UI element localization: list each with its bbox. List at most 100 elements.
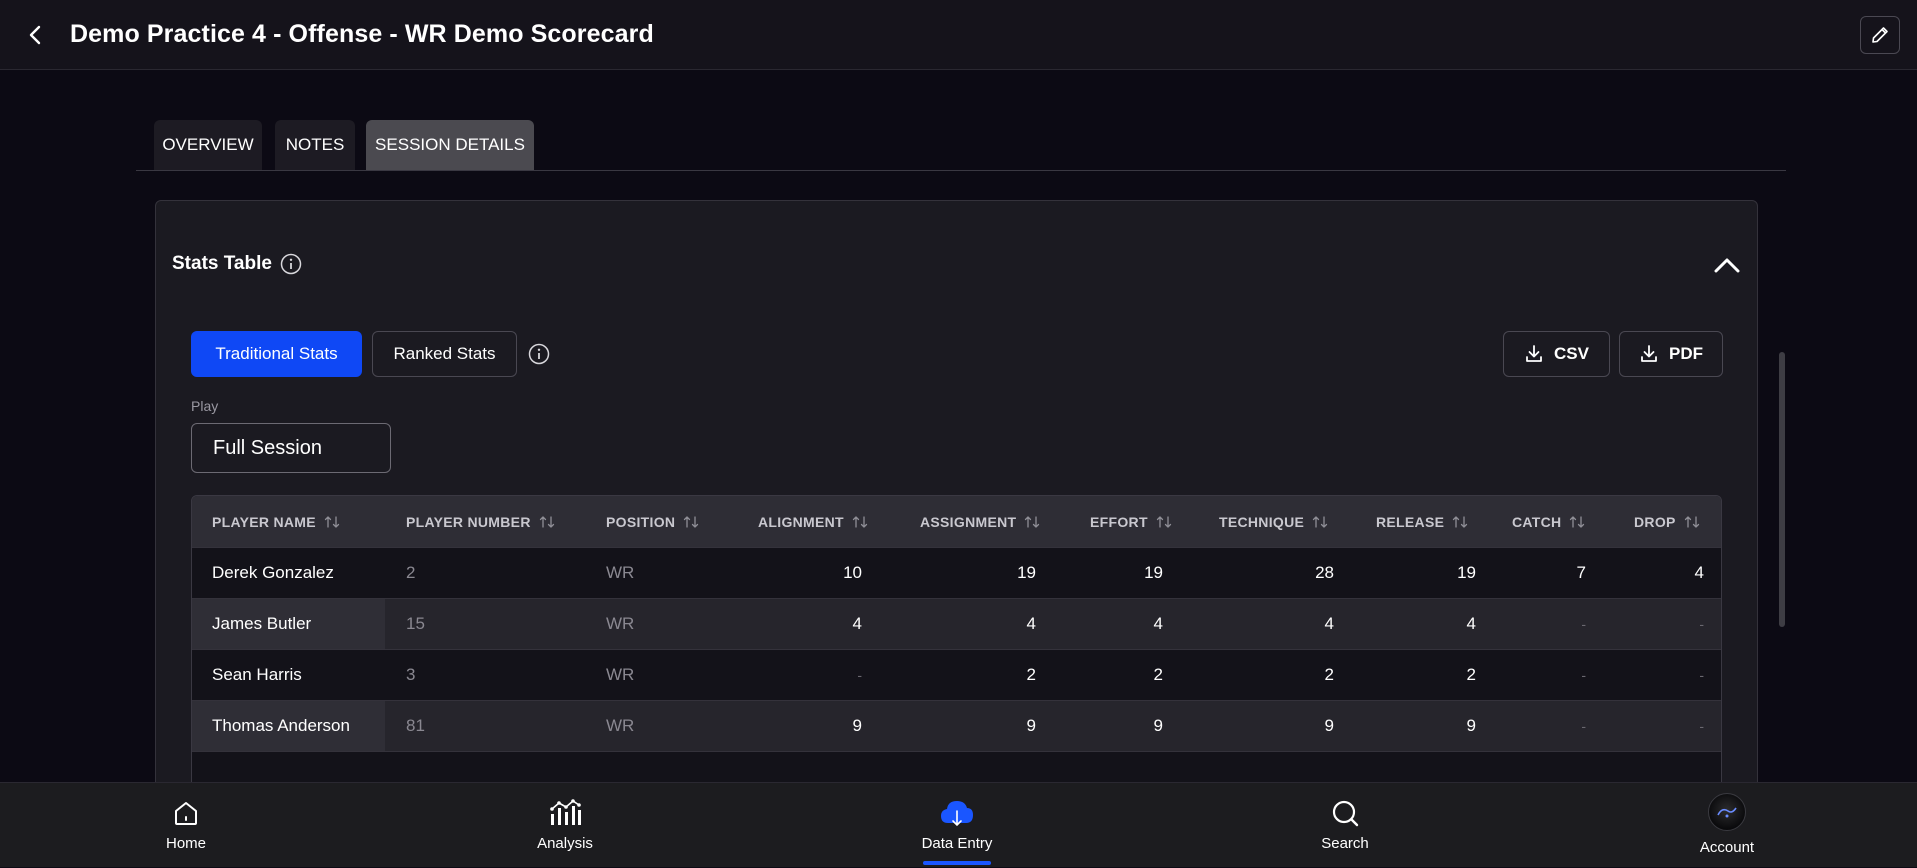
catch-cell: - xyxy=(1581,667,1586,683)
effort-cell: 19 xyxy=(1144,563,1163,582)
table-header: PLAYER NAME PLAYER NUMBER POSITION ALIGN… xyxy=(192,496,1721,547)
column-header-effort[interactable]: EFFORT xyxy=(1090,496,1172,547)
column-header-player-name[interactable]: PLAYER NAME xyxy=(212,496,340,547)
csv-export-button[interactable]: CSV xyxy=(1503,331,1610,377)
alignment-cell: 4 xyxy=(852,614,862,633)
nav-home-label: Home xyxy=(165,835,206,852)
position-cell: WR xyxy=(606,665,635,684)
nav-data-entry-label: Data Entry xyxy=(921,835,993,852)
player-name-cell: Sean Harris xyxy=(212,665,302,684)
release-cell: 4 xyxy=(1466,614,1476,633)
position-cell: WR xyxy=(606,614,635,633)
column-header-release[interactable]: RELEASE xyxy=(1376,496,1468,547)
drop-cell: - xyxy=(1699,718,1704,734)
player-name-cell: Thomas Anderson xyxy=(192,701,385,751)
release-cell: 2 xyxy=(1466,665,1476,684)
nav-search[interactable]: Search xyxy=(1275,783,1415,868)
tab-bar: OVERVIEW NOTES SESSION DETAILS xyxy=(136,120,1786,171)
column-header-catch[interactable]: CATCH xyxy=(1512,496,1585,547)
bottom-navigation: Home Analysis Data Entry Search Account xyxy=(0,782,1917,867)
info-icon[interactable] xyxy=(280,253,302,275)
sort-icon xyxy=(1024,515,1040,529)
download-icon xyxy=(1526,345,1542,362)
player-number-cell: 2 xyxy=(406,563,416,582)
table-row[interactable]: Thomas Anderson 81 WR 9 9 9 9 9 - - xyxy=(192,700,1721,751)
player-name-cell: Derek Gonzalez xyxy=(212,563,334,582)
download-icon xyxy=(1641,345,1657,362)
sort-icon xyxy=(1156,515,1172,529)
assignment-cell: 9 xyxy=(1026,716,1036,735)
position-cell: WR xyxy=(606,716,635,735)
ranked-info-icon[interactable] xyxy=(528,343,550,365)
nav-search-label: Search xyxy=(1321,835,1369,852)
alignment-cell: 9 xyxy=(852,716,862,735)
release-cell: 9 xyxy=(1466,716,1476,735)
drop-cell: - xyxy=(1699,667,1704,683)
table-row[interactable]: James Butler 15 WR 4 4 4 4 4 - - xyxy=(192,598,1721,649)
release-cell: 19 xyxy=(1457,563,1476,582)
catch-cell: - xyxy=(1581,616,1586,632)
technique-cell: 9 xyxy=(1324,716,1334,735)
column-header-player-number[interactable]: PLAYER NUMBER xyxy=(406,496,555,547)
stats-table-card: Stats Table Traditional Stats Ranked Sta… xyxy=(155,200,1758,800)
effort-cell: 4 xyxy=(1153,614,1163,633)
tab-session-details[interactable]: SESSION DETAILS xyxy=(366,120,534,170)
player-number-cell: 81 xyxy=(406,716,425,735)
search-icon xyxy=(1332,800,1359,827)
sort-icon xyxy=(683,515,699,529)
nav-analysis[interactable]: Analysis xyxy=(495,783,635,868)
csv-label: CSV xyxy=(1554,344,1589,363)
chevron-left-icon xyxy=(29,25,41,45)
tab-overview[interactable]: OVERVIEW xyxy=(154,120,262,170)
assignment-cell: 4 xyxy=(1026,614,1036,633)
pdf-export-button[interactable]: PDF xyxy=(1619,331,1723,377)
player-number-cell: 15 xyxy=(406,614,425,633)
assignment-cell: 2 xyxy=(1026,665,1036,684)
column-header-assignment[interactable]: ASSIGNMENT xyxy=(920,496,1040,547)
page-title: Demo Practice 4 - Offense - WR Demo Scor… xyxy=(70,20,654,48)
traditional-stats-button[interactable]: Traditional Stats xyxy=(191,331,362,377)
pdf-label: PDF xyxy=(1669,344,1703,363)
alignment-cell: - xyxy=(857,667,862,683)
collapse-button[interactable] xyxy=(1709,247,1745,283)
technique-cell: 28 xyxy=(1315,563,1334,582)
technique-cell: 2 xyxy=(1324,665,1334,684)
drop-cell: - xyxy=(1699,616,1704,632)
active-nav-indicator xyxy=(923,861,991,865)
table-row[interactable]: Sean Harris 3 WR - 2 2 2 2 - - xyxy=(192,649,1721,700)
player-name-cell: James Butler xyxy=(192,599,385,649)
back-button[interactable] xyxy=(22,22,48,48)
analysis-icon xyxy=(550,799,581,825)
nav-home[interactable]: Home xyxy=(116,783,256,868)
player-number-cell: 3 xyxy=(406,665,416,684)
pencil-icon xyxy=(1872,27,1888,43)
sort-icon xyxy=(324,515,340,529)
cloud-upload-icon xyxy=(941,801,973,827)
column-header-drop[interactable]: DROP xyxy=(1634,496,1700,547)
edit-button[interactable] xyxy=(1860,16,1900,54)
stats-table: PLAYER NAME PLAYER NUMBER POSITION ALIGN… xyxy=(191,495,1722,799)
column-header-position[interactable]: POSITION xyxy=(606,496,699,547)
column-header-technique[interactable]: TECHNIQUE xyxy=(1219,496,1328,547)
effort-cell: 2 xyxy=(1153,665,1163,684)
sort-icon xyxy=(1684,515,1700,529)
play-select[interactable]: Full Session xyxy=(191,423,391,473)
nav-account[interactable]: Account xyxy=(1657,783,1797,868)
nav-analysis-label: Analysis xyxy=(537,835,593,852)
play-label: Play xyxy=(191,398,219,414)
top-bar: Demo Practice 4 - Offense - WR Demo Scor… xyxy=(0,0,1917,70)
catch-cell: 7 xyxy=(1576,563,1586,582)
nav-data-entry[interactable]: Data Entry xyxy=(887,783,1027,868)
sort-icon xyxy=(1569,515,1585,529)
sort-icon xyxy=(1312,515,1328,529)
ranked-stats-button[interactable]: Ranked Stats xyxy=(372,331,517,377)
table-row[interactable]: Derek Gonzalez 2 WR 10 19 19 28 19 7 4 xyxy=(192,547,1721,598)
column-header-alignment[interactable]: ALIGNMENT xyxy=(758,496,868,547)
home-icon xyxy=(175,802,197,825)
tab-notes[interactable]: NOTES xyxy=(275,120,355,170)
position-cell: WR xyxy=(606,563,635,582)
technique-cell: 4 xyxy=(1324,614,1334,633)
catch-cell: - xyxy=(1581,718,1586,734)
scrollbar[interactable] xyxy=(1779,352,1785,627)
account-avatar xyxy=(1708,793,1746,831)
